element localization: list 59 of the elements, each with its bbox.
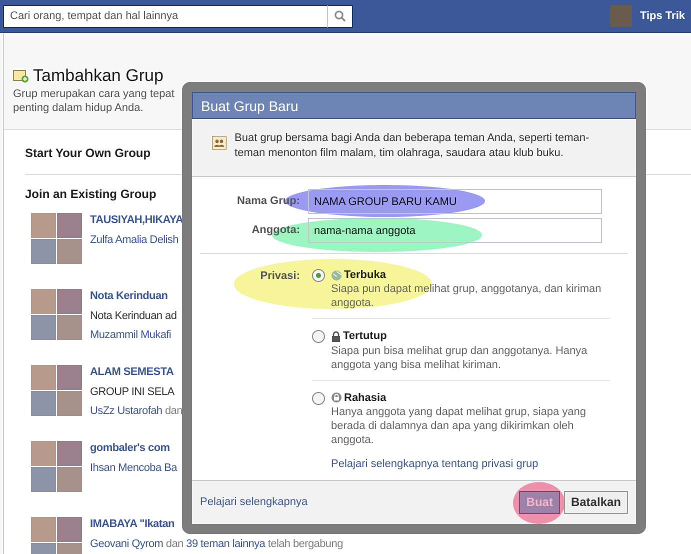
dialog-description: Buat grup bersama bagi Anda dan beberapa teman Anda, seperti teman-teman menonton film malam, tim olahraga, saudara atau klub buku.	[234, 131, 590, 161]
member-text: dan	[164, 404, 182, 417]
photo-placeholder	[31, 391, 56, 416]
member-text: dan	[166, 538, 184, 550]
text-field[interactable]: NAMA GROUP BARU KAMU	[308, 189, 602, 214]
group-name-link[interactable]: TAUSIYAH,HIKAYA	[90, 213, 184, 228]
radio-button[interactable]	[312, 392, 325, 405]
cancel-button[interactable]: Batalkan	[564, 490, 628, 514]
search-button[interactable]	[327, 4, 353, 28]
photo-placeholder	[31, 467, 56, 492]
member-link[interactable]: Zulfa Amalia Delish	[90, 234, 178, 246]
photo-placeholder	[31, 365, 56, 390]
section-heading: Join an Existing Group	[25, 186, 156, 202]
privacy-link[interactable]: Pelajari selengkapnya tentang privasi grup	[331, 456, 538, 472]
photo-placeholder	[57, 391, 82, 416]
photo-placeholder	[31, 289, 56, 314]
dialog-title: Buat Grup Baru	[192, 92, 636, 119]
member-link[interactable]: Geovani Qyrom	[90, 538, 164, 550]
photo-placeholder	[57, 289, 82, 314]
member-text: telah bergabung	[268, 538, 343, 550]
photo-placeholder	[57, 365, 82, 390]
photo-placeholder	[57, 441, 82, 466]
option-title: Terbuka	[344, 268, 386, 282]
photo-placeholder	[31, 315, 56, 340]
page-intro: Grup merupakan cara yang tepat penting dalam hidup Anda.	[13, 87, 174, 116]
group-name-link[interactable]: gombaler's com	[90, 441, 177, 456]
option-description: Siapa pun bisa melihat grup dan anggotanya. Hanya anggota yang bisa melihat kiriman.	[331, 344, 588, 372]
section-heading: Start Your Own Group	[25, 146, 151, 162]
lock-icon	[331, 330, 341, 342]
group-name-link[interactable]: Nota Kerinduan	[90, 289, 177, 304]
photo-placeholder	[57, 467, 82, 492]
photo-placeholder	[31, 239, 56, 264]
radio-button[interactable]	[312, 330, 325, 344]
option-title: Rahasia	[344, 390, 386, 405]
photo-placeholder	[31, 441, 56, 466]
option-description: Hanya anggota yang dapat melihat grup, siapa yang berada di dalamnya dan apa yang dikirimkan oleh anggota.	[331, 404, 588, 447]
group-name-link[interactable]: ALAM SEMESTA	[90, 365, 182, 380]
field-label: Privasi:	[259, 269, 300, 284]
photo-placeholder	[31, 213, 56, 238]
photo-placeholder	[57, 239, 82, 264]
text-field[interactable]: nama-nama anggota	[308, 218, 602, 243]
group-description: Nota Kerinduan ad	[90, 308, 177, 323]
photo-placeholder	[57, 213, 82, 238]
member-link[interactable]: 39 teman lainnya	[186, 538, 266, 550]
user-name-link[interactable]: Tips Trik	[640, 8, 685, 24]
lock-icon	[331, 392, 342, 404]
field-label: Anggota:	[250, 223, 300, 238]
search-field[interactable]: Cari orang, tempat dan hal lainnya	[3, 4, 327, 28]
member-link[interactable]: Muzammil Mukafi	[90, 328, 172, 341]
search-icon	[334, 10, 346, 22]
page-title: Tambahkan Grup	[33, 65, 164, 87]
member-link[interactable]: UsZz Ustarofah	[90, 404, 162, 417]
group-description: GROUP INI SELA	[90, 384, 176, 399]
add-group-icon	[13, 69, 29, 84]
option-title: Tertutup	[343, 329, 387, 344]
member-link[interactable]: Ihsan Mencoba Ba	[90, 462, 177, 474]
globe-icon	[331, 270, 342, 281]
photo-placeholder	[57, 315, 82, 340]
learn-more-link[interactable]: Pelajari selengkapnya	[200, 495, 308, 510]
